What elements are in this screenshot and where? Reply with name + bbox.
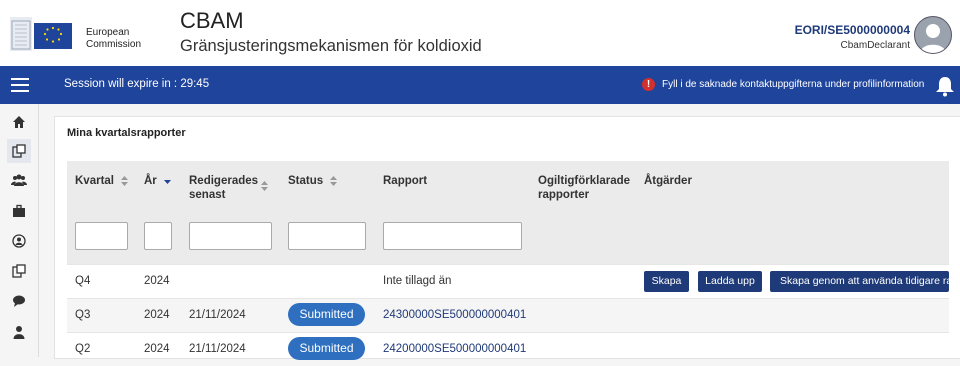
chat-icon[interactable]	[7, 289, 31, 313]
app-header: European Commission CBAM Gränsjusterings…	[0, 0, 960, 66]
column-kvartal[interactable]: Kvartal	[75, 174, 129, 188]
column-redigerades[interactable]: Redigerades senast	[189, 174, 259, 202]
user-avatar-icon[interactable]	[914, 16, 952, 54]
sort-icon[interactable]	[261, 181, 268, 191]
sort-icon	[330, 175, 338, 186]
eori-number: EORI/SE5000000004	[794, 23, 910, 37]
cell-kvartal: Q3	[75, 309, 91, 321]
cell-kvartal: Q4	[75, 275, 91, 287]
sidebar	[0, 104, 39, 357]
column-rapport: Rapport	[383, 175, 428, 187]
cell-redigerades: 21/11/2024	[189, 343, 246, 355]
quarterly-reports-card: Mina kvartalsrapporter Kvartal År Redige…	[54, 116, 960, 360]
report-link[interactable]: 24200000SE500000000401	[383, 343, 526, 355]
briefcase-icon[interactable]	[7, 199, 31, 223]
table-row: Q2 2024 21/11/2024 Submitted 24200000SE5…	[67, 332, 949, 366]
table-row: Q3 2024 21/11/2024 Submitted 24300000SE5…	[67, 298, 949, 332]
app-subtitle: Gränsjusteringsmekanismen för koldioxid	[180, 37, 482, 55]
status-badge: Submitted	[288, 303, 365, 326]
rapport-filter-input[interactable]	[383, 222, 522, 250]
person-icon[interactable]	[7, 320, 31, 344]
logo-line2: Commission	[86, 39, 142, 50]
skapa-fran-tidigare-button[interactable]: Skapa genom att använda tidigare rapp	[770, 271, 949, 292]
top-bar: Session will expire in : 29:45 ! Fyll i …	[0, 66, 960, 104]
cell-kvartal: Q2	[75, 343, 91, 355]
column-ar[interactable]: År	[144, 174, 171, 188]
card-title: Mina kvartalsrapporter	[67, 127, 186, 139]
skapa-button[interactable]: Skapa	[644, 271, 689, 292]
status-filter-input[interactable]	[288, 222, 366, 250]
ar-filter-input[interactable]	[144, 222, 172, 250]
european-commission-logo[interactable]: European Commission	[10, 15, 162, 55]
sort-descending-icon	[163, 179, 171, 184]
documents-icon[interactable]	[7, 259, 31, 283]
alert-icon: !	[642, 78, 655, 91]
cell-rapport: Inte tillagd än	[383, 275, 452, 287]
table-row: Q4 2024 Inte tillagd än Skapa Ladda upp …	[67, 264, 949, 298]
app-title: CBAM	[180, 8, 244, 33]
bell-icon[interactable]	[935, 75, 955, 97]
cell-ar: 2024	[144, 275, 170, 287]
user-role: CbamDeclarant	[840, 40, 910, 51]
profile-icon[interactable]	[7, 229, 31, 253]
logo-line1: European	[86, 27, 130, 38]
column-status[interactable]: Status	[288, 174, 338, 188]
cell-ar: 2024	[144, 309, 170, 321]
report-link[interactable]: 24300000SE500000000401	[383, 309, 526, 321]
session-timer: Session will expire in : 29:45	[64, 78, 210, 90]
cell-redigerades: 21/11/2024	[189, 309, 246, 321]
hamburger-menu-icon[interactable]	[11, 78, 29, 92]
users-icon[interactable]	[7, 168, 31, 192]
redigerades-filter-input[interactable]	[189, 222, 272, 250]
cell-ar: 2024	[144, 343, 170, 355]
kvartal-filter-input[interactable]	[75, 222, 128, 250]
column-ogiltigforklarade: Ogiltigförklarade rapporter	[538, 175, 631, 201]
profile-alert-message[interactable]: Fyll i de saknade kontaktuppgifterna und…	[662, 79, 924, 90]
ladda-upp-button[interactable]: Ladda upp	[698, 271, 762, 292]
column-atgarder: Åtgärder	[644, 175, 692, 187]
sort-icon	[121, 175, 129, 186]
reports-icon[interactable]	[7, 139, 31, 163]
home-icon[interactable]	[7, 110, 31, 134]
